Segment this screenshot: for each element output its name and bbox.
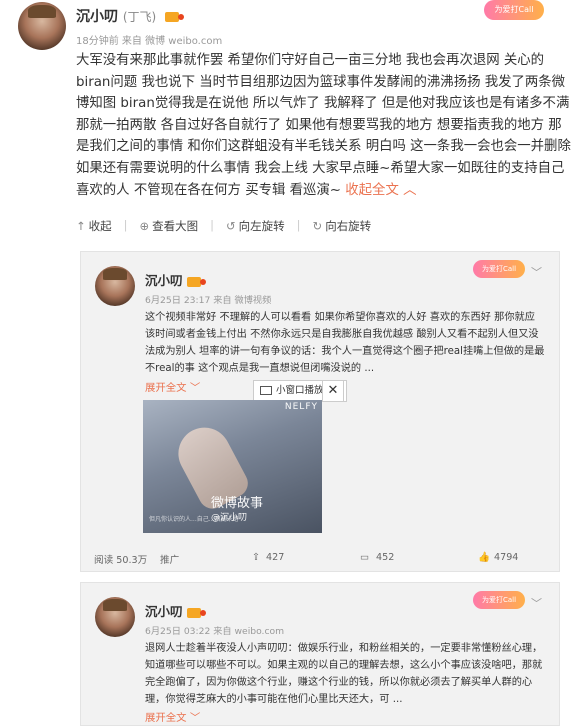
- card-meta: 6月25日 23:17 来自 微博视频: [145, 295, 272, 306]
- card-user-name[interactable]: 沉小叨: [145, 601, 206, 620]
- divider: |: [296, 218, 301, 232]
- avatar[interactable]: [95, 597, 135, 637]
- user-tag: (丁飞): [122, 10, 157, 24]
- rotate-left-icon: ↺: [226, 219, 236, 233]
- weibo-page: 沉小叨 (丁飞) 为爱打Call 18分钟前 来自 微博 weibo.com 大…: [0, 0, 586, 726]
- rotate-right-icon: ↻: [312, 219, 323, 233]
- like-icon[interactable]: 👍: [478, 552, 490, 563]
- expand-label[interactable]: 展开全文: [145, 712, 187, 724]
- image-actions: ↑ 收起 | ⊕ 查看大图 | ↺ 向左旋转 | ↻ 向右旋转: [76, 218, 371, 234]
- expand-text-link[interactable]: 展开全文 ﹀: [145, 709, 200, 724]
- user-name[interactable]: 沉小叨: [76, 9, 118, 25]
- chevron-down-icon[interactable]: ﹀: [531, 264, 542, 280]
- fan-ribbon-badge[interactable]: 为爱打Call: [473, 260, 525, 278]
- share-icon[interactable]: ⇪: [252, 552, 260, 563]
- video-caption: 但凡你认识的人...自己...西藏卡路: [149, 516, 239, 523]
- rotate-left-button[interactable]: ↺ 向左旋转: [226, 218, 285, 234]
- post-text: 大军没有来那此事就作罢 希望你们守好自己一亩三分地 我也会再次退网 关心的bir…: [76, 50, 574, 201]
- video-watermark: NELFY: [284, 402, 318, 412]
- zoom-icon: ⊕: [139, 219, 150, 233]
- card-meta: 6月25日 03:22 来自 weibo.com: [145, 626, 285, 637]
- card-user-name[interactable]: 沉小叨: [145, 270, 206, 289]
- promote-button[interactable]: 推广: [160, 552, 179, 566]
- post-body: 大军没有来那此事就作罢 希望你们守好自己一亩三分地 我也会再次退网 关心的bir…: [76, 53, 571, 198]
- avatar[interactable]: [95, 266, 135, 306]
- rotate-left-label: 向左旋转: [238, 219, 285, 233]
- mini-window-icon: [260, 386, 272, 395]
- expand-text-link[interactable]: 展开全文 ﹀: [145, 379, 200, 394]
- video-thumbnail[interactable]: NELFY 微博故事 @沉小叨 但凡你认识的人...自己...西藏卡路: [143, 400, 322, 533]
- divider: |: [210, 218, 215, 232]
- card-stats-bar: 阅读 50.3万 推广 ⇪ 427 ▭ 452 👍 4794: [80, 548, 560, 570]
- card-text: 这个视频非常好 不理解的人可以看看 如果你希望你喜欢的人好 喜欢的东西好 那你就…: [145, 312, 545, 374]
- expand-label[interactable]: 展开全文: [145, 382, 187, 394]
- collapse-text-label[interactable]: 收起全文: [345, 183, 399, 198]
- fan-ribbon-badge[interactable]: 为爱打Call: [473, 591, 525, 609]
- post-meta: 18分钟前 来自 微博 weibo.com: [76, 36, 223, 47]
- rotate-right-button[interactable]: ↻ 向右旋转: [313, 218, 372, 234]
- vip-badge-icon: [186, 607, 206, 618]
- view-large-button[interactable]: ⊕ 查看大图: [140, 218, 199, 234]
- video-brand: 微博故事: [211, 496, 264, 511]
- fan-ribbon-badge[interactable]: 为爱打Call: [484, 0, 544, 20]
- like-count[interactable]: 4794: [494, 552, 518, 563]
- embedded-post-card: 沉小叨 为爱打Call ﹀ 6月25日 03:22 来自 weibo.com 退…: [80, 582, 560, 726]
- user-name[interactable]: 沉小叨: [145, 273, 183, 288]
- chevron-up-icon: ︿: [403, 182, 417, 198]
- rotate-right-label: 向右旋转: [325, 219, 372, 233]
- divider: |: [123, 218, 128, 232]
- vip-badge-icon: [165, 12, 185, 22]
- chevron-down-icon: ﹀: [189, 382, 201, 394]
- collapse-icon: ↑: [76, 219, 86, 233]
- collapse-text-link[interactable]: 收起全文 ︿: [345, 183, 416, 198]
- collapse-label: 收起: [88, 219, 112, 233]
- close-icon[interactable]: ✕: [322, 380, 344, 402]
- vip-badge-icon: [186, 276, 206, 287]
- collapse-button[interactable]: ↑ 收起: [76, 218, 112, 234]
- chevron-down-icon[interactable]: ﹀: [531, 595, 542, 611]
- view-large-label: 查看大图: [152, 219, 199, 233]
- post-user-name[interactable]: 沉小叨 (丁飞): [76, 6, 185, 26]
- mini-window-label: 小窗口播放: [276, 385, 324, 396]
- share-count[interactable]: 427: [266, 552, 284, 563]
- card-text: 退网人士趁着半夜没人小声叨叨：做娱乐行业，和粉丝相关的，一定要非常懂粉丝心理，知…: [145, 643, 543, 705]
- user-name[interactable]: 沉小叨: [145, 604, 183, 619]
- comment-icon[interactable]: ▭: [360, 552, 369, 563]
- comment-count[interactable]: 452: [376, 552, 394, 563]
- avatar[interactable]: [18, 2, 66, 50]
- chevron-down-icon: ﹀: [189, 712, 201, 724]
- views-count: 阅读 50.3万: [94, 555, 148, 566]
